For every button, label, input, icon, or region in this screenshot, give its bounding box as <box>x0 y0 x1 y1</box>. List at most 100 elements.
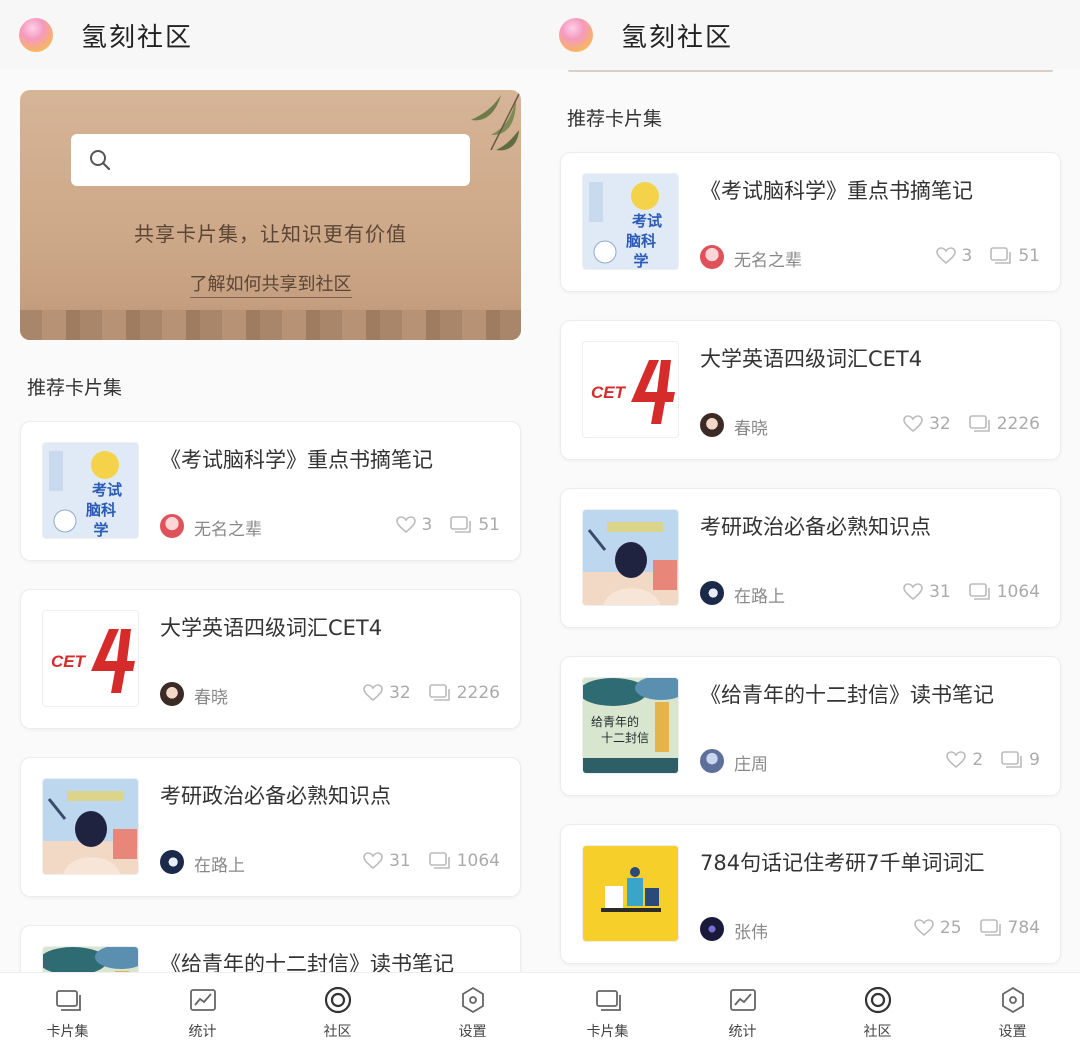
heart-icon <box>903 415 923 433</box>
card-title: 大学英语四级词汇CET4 <box>700 347 923 371</box>
card-title: 《考试脑科学》重点书摘笔记 <box>700 179 973 203</box>
cards-icon <box>55 990 81 1011</box>
cards-count-value: 1064 <box>996 582 1040 602</box>
tab-settings[interactable]: 设置 <box>405 973 540 1055</box>
tab-label: 设置 <box>998 1024 1027 1040</box>
svg-text:十二封信: 十二封信 <box>601 731 649 745</box>
community-icon <box>324 986 351 1014</box>
card-stack-icon <box>1001 751 1022 768</box>
cards-count-value: 784 <box>1007 918 1040 938</box>
author-name: 在路上 <box>734 587 785 607</box>
cards-count: 9 <box>1001 750 1040 770</box>
cards-count: 784 <box>979 918 1040 938</box>
cards-count: 51 <box>990 246 1040 266</box>
avatar <box>700 581 724 605</box>
likes-count: 3 <box>961 246 973 266</box>
chart-icon <box>189 989 216 1011</box>
heart-icon <box>903 583 923 601</box>
card-stats: 25 784 <box>914 918 1040 938</box>
cards-count-value: 9 <box>1029 750 1040 770</box>
svg-text:脑科: 脑科 <box>626 232 656 250</box>
tab-stats[interactable]: 统计 <box>135 973 270 1055</box>
app-logo <box>559 18 593 52</box>
feed[interactable]: 推荐卡片集 考试 脑科 学 《考试脑科学》重点书摘笔记 无名之辈 3 51 CE… <box>540 70 1080 972</box>
card-stats: 32 2226 <box>363 683 500 703</box>
search-input[interactable] <box>71 134 470 186</box>
app-bar: 氢刻社区 <box>0 0 540 70</box>
search-icon <box>90 150 111 171</box>
card-stack-icon <box>428 852 450 869</box>
likes-count: 31 <box>929 582 951 602</box>
share-guide-link[interactable]: 了解如何共享到社区 <box>189 274 352 298</box>
cards-icon <box>595 990 621 1011</box>
likes[interactable]: 31 <box>363 851 411 871</box>
settings-icon <box>461 986 484 1014</box>
avatar <box>160 850 184 874</box>
section-title: 推荐卡片集 <box>27 377 123 399</box>
card-stats: 32 2226 <box>903 414 1040 434</box>
likes-count: 32 <box>389 683 411 703</box>
card-item[interactable]: 784句话记住考研7千单词词汇 张伟 25 784 <box>560 824 1061 964</box>
card-item[interactable]: 考试 脑科 学 《考试脑科学》重点书摘笔记 无名之辈 3 51 <box>20 421 521 561</box>
tab-stats[interactable]: 统计 <box>675 973 810 1055</box>
author-name: 无名之辈 <box>194 520 262 540</box>
app-logo <box>19 18 53 52</box>
chart-icon <box>729 989 756 1011</box>
likes-count: 3 <box>421 515 433 535</box>
heart-icon <box>935 247 956 265</box>
likes[interactable]: 32 <box>903 414 951 434</box>
tab-cards[interactable]: 卡片集 <box>540 973 675 1055</box>
left-screen: 氢刻社区 共享卡片集，让知识更有价值 了解如何共享到社区 推荐卡片集 考试 脑科… <box>0 0 540 1055</box>
tab-cards[interactable]: 卡片集 <box>0 973 135 1055</box>
likes-count: 31 <box>389 851 411 871</box>
avatar <box>160 682 184 706</box>
author-name: 春晓 <box>194 688 228 708</box>
leaves-decoration <box>471 90 521 151</box>
tab-community[interactable]: 社区 <box>270 973 405 1055</box>
likes[interactable]: 3 <box>395 515 433 535</box>
tab-community[interactable]: 社区 <box>810 973 945 1055</box>
cover-brain-science: 考试 脑科 学 <box>42 442 139 539</box>
likes[interactable]: 25 <box>914 918 962 938</box>
banner-slogan: 共享卡片集，让知识更有价值 <box>134 222 407 246</box>
svg-text:学: 学 <box>93 521 108 539</box>
likes[interactable]: 32 <box>363 683 411 703</box>
cover-vocab <box>582 845 679 942</box>
card-stack-icon <box>428 684 450 701</box>
app-title: 氢刻社区 <box>621 22 734 53</box>
cover-cet4: CET <box>42 610 139 707</box>
cover-letters: 给青年的 十二封信 <box>582 677 679 774</box>
svg-text:学: 学 <box>633 252 648 270</box>
card-item[interactable]: 考试 脑科 学 《考试脑科学》重点书摘笔记 无名之辈 3 51 <box>560 152 1061 292</box>
share-guide-link-wrap: 了解如何共享到社区 <box>20 270 521 298</box>
author-name: 在路上 <box>194 856 245 876</box>
app-bar: 氢刻社区 <box>540 0 1080 70</box>
card-title: 《给青年的十二封信》读书笔记 <box>700 683 994 707</box>
card-item[interactable]: 考研政治必备必熟知识点 在路上 31 1064 <box>20 757 521 897</box>
tab-label: 设置 <box>458 1024 487 1040</box>
card-item[interactable]: CET 大学英语四级词汇CET4 春晓 32 2226 <box>20 589 521 729</box>
cards-count: 2226 <box>428 683 500 703</box>
cover-politics <box>582 509 679 606</box>
cards-count-value: 2226 <box>996 414 1040 434</box>
card-title: 考研政治必备必熟知识点 <box>160 784 391 808</box>
card-stack-icon <box>979 919 1001 936</box>
svg-text:给青年的: 给青年的 <box>591 714 639 729</box>
tab-label: 社区 <box>323 1024 352 1040</box>
card-item[interactable]: CET 大学英语四级词汇CET4 春晓 32 2226 <box>560 320 1061 460</box>
card-item[interactable]: 给青年的 十二封信 《给青年的十二封信》读书笔记 庄周 2 9 <box>560 656 1061 796</box>
tab-settings[interactable]: 设置 <box>945 973 1080 1055</box>
tab-bar: 卡片集 统计 社区 设置 <box>540 972 1080 1055</box>
avatar <box>700 245 724 269</box>
card-stats: 31 1064 <box>363 851 500 871</box>
svg-text:考试: 考试 <box>632 212 662 230</box>
card-item[interactable]: 考研政治必备必熟知识点 在路上 31 1064 <box>560 488 1061 628</box>
likes[interactable]: 3 <box>935 246 973 266</box>
likes-count: 2 <box>972 750 984 770</box>
feed[interactable]: 共享卡片集，让知识更有价值 了解如何共享到社区 推荐卡片集 考试 脑科 学 《考… <box>0 70 540 972</box>
card-item[interactable]: 《给青年的十二封信》读书笔记 <box>20 925 521 972</box>
card-stack-icon <box>968 583 990 600</box>
heart-icon <box>363 684 383 702</box>
likes[interactable]: 2 <box>946 750 983 770</box>
likes[interactable]: 31 <box>903 582 951 602</box>
